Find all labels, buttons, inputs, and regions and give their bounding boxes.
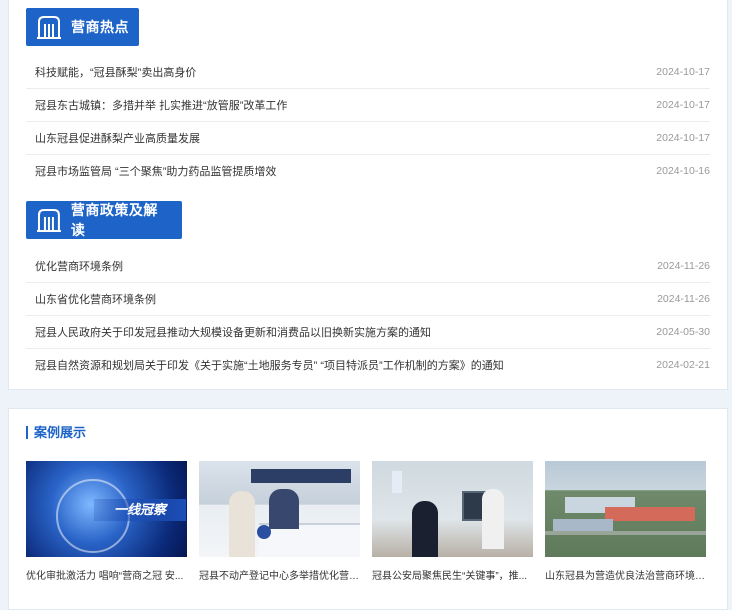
case-card[interactable]: 冠县不动产登记中心多举措优化营商... [199, 461, 360, 582]
case-card[interactable]: 山东冠县为营造优良法治营商环境注... [545, 461, 706, 582]
policy-title[interactable]: 冠县自然资源和规划局关于印发《关于实施“土地服务专员” “项目特派员”工作机制的… [35, 357, 504, 373]
case-caption[interactable]: 冠县公安局聚焦民生“关键事”，推... [372, 567, 533, 582]
news-item[interactable]: 冠县东古城镇：多措并举 扎实推进“放管服”改革工作 2024-10-17 [26, 89, 710, 122]
news-panel: 营商热点 科技赋能，“冠县酥梨”卖出高身价 2024-10-17 冠县东古城镇：… [8, 0, 728, 390]
policy-item[interactable]: 冠县人民政府关于印发冠县推动大规模设备更新和消费品以旧换新实施方案的通知 202… [26, 316, 710, 349]
person-figure [269, 489, 299, 529]
cases-section-title: 案例展示 [26, 426, 86, 439]
policy-title[interactable]: 山东省优化营商环境条例 [35, 291, 156, 307]
factory-roof [605, 507, 695, 521]
news-title[interactable]: 科技赋能，“冠县酥梨”卖出高身价 [35, 64, 196, 80]
news-date: 2024-10-16 [656, 165, 710, 177]
news-title[interactable]: 冠县东古城镇：多措并举 扎实推进“放管服”改革工作 [35, 97, 287, 113]
building-icon [37, 16, 61, 39]
office-sign [251, 469, 351, 483]
person-figure [412, 501, 438, 557]
policy-list: 优化营商环境条例 2024-11-26 山东省优化营商环境条例 2024-11-… [26, 250, 710, 381]
policy-section-title: 营商政策及解读 [70, 202, 158, 238]
policy-date: 2024-11-26 [657, 260, 710, 272]
case-caption[interactable]: 山东冠县为营造优良法治营商环境注... [545, 567, 706, 582]
news-title[interactable]: 山东冠县促进酥梨产业高质量发展 [35, 130, 200, 146]
policy-item[interactable]: 山东省优化营商环境条例 2024-11-26 [26, 283, 710, 316]
news-item[interactable]: 冠县市场监管局 “三个聚焦”助力药品监管提质增效 2024-10-16 [26, 155, 710, 187]
case-caption[interactable]: 优化审批激活力 唱响“营商之冠 安... [26, 567, 187, 582]
policy-section-header[interactable]: 营商政策及解读 [26, 201, 182, 239]
case-caption[interactable]: 冠县不动产登记中心多举措优化营商... [199, 567, 360, 582]
policy-date: 2024-05-30 [656, 326, 710, 338]
factory-roof [553, 519, 613, 531]
cases-panel: 案例展示 一线冠察 优化审批激活力 唱响“营商之冠 安... 冠县不动产登记中心… [8, 408, 728, 610]
wall-panel [392, 471, 402, 493]
policy-title[interactable]: 冠县人民政府关于印发冠县推动大规模设备更新和消费品以旧换新实施方案的通知 [35, 324, 431, 340]
policy-date: 2024-02-21 [656, 359, 710, 371]
road [545, 531, 706, 535]
hot-news-list: 科技赋能，“冠县酥梨”卖出高身价 2024-10-17 冠县东古城镇：多措并举 … [26, 56, 710, 187]
person-figure [482, 489, 504, 549]
news-date: 2024-10-17 [656, 99, 710, 111]
news-item[interactable]: 山东冠县促进酥梨产业高质量发展 2024-10-17 [26, 122, 710, 155]
case-image-banner: 一线冠察 [94, 499, 186, 521]
policy-item[interactable]: 优化营商环境条例 2024-11-26 [26, 250, 710, 283]
news-date: 2024-10-17 [656, 66, 710, 78]
news-title[interactable]: 冠县市场监管局 “三个聚焦”助力药品监管提质增效 [35, 163, 276, 179]
policy-title[interactable]: 优化营商环境条例 [35, 258, 123, 274]
policy-item[interactable]: 冠县自然资源和规划局关于印发《关于实施“土地服务专员” “项目特派员”工作机制的… [26, 349, 710, 381]
news-item[interactable]: 科技赋能，“冠县酥梨”卖出高身价 2024-10-17 [26, 56, 710, 89]
case-thumbnail[interactable] [545, 461, 706, 557]
policy-date: 2024-11-26 [657, 293, 710, 305]
building-icon [36, 209, 61, 232]
person-figure [229, 491, 255, 557]
case-thumbnail[interactable] [372, 461, 533, 557]
case-thumbnail[interactable] [199, 461, 360, 557]
hot-section-title: 营商热点 [71, 19, 129, 35]
news-date: 2024-10-17 [656, 132, 710, 144]
case-card[interactable]: 一线冠察 优化审批激活力 唱响“营商之冠 安... [26, 461, 187, 582]
hot-section-header[interactable]: 营商热点 [26, 8, 139, 46]
case-cards: 一线冠察 优化审批激活力 唱响“营商之冠 安... 冠县不动产登记中心多举措优化… [26, 461, 706, 582]
case-card[interactable]: 冠县公安局聚焦民生“关键事”，推... [372, 461, 533, 582]
case-thumbnail[interactable]: 一线冠察 [26, 461, 187, 557]
